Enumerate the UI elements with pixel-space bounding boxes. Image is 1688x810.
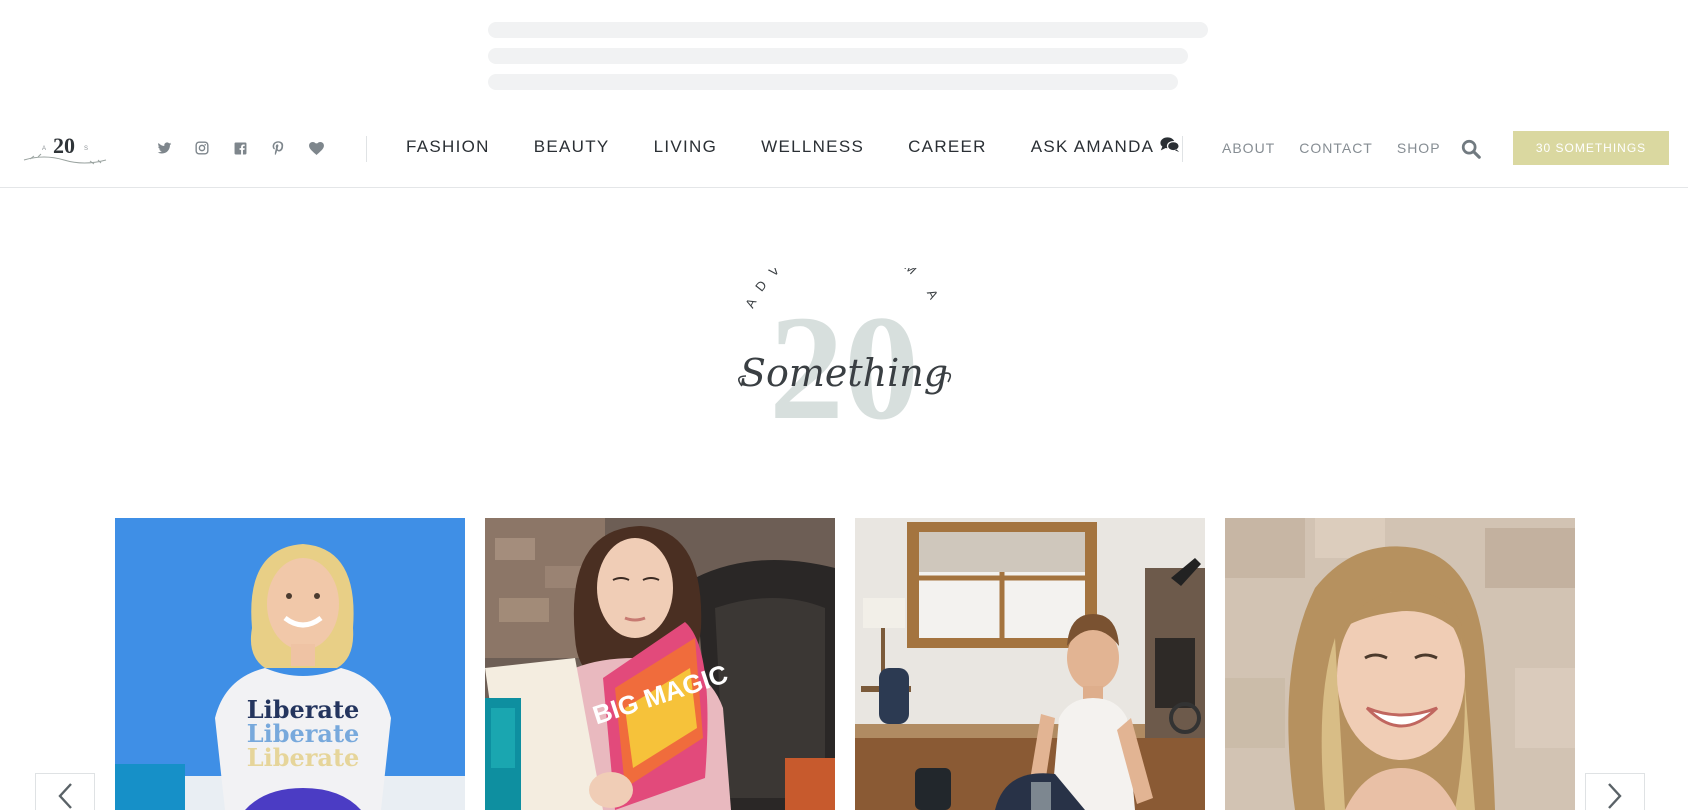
instagram-icon[interactable]: [192, 138, 212, 158]
nav-career-label: CAREER: [908, 137, 987, 156]
nav-about[interactable]: ABOUT: [1222, 140, 1275, 156]
banner-line: [488, 22, 1208, 38]
logo-number: 20: [53, 133, 75, 158]
heart-icon[interactable]: [306, 138, 326, 158]
hero-logo[interactable]: 20 ADVICE FROM A Something: [724, 236, 964, 451]
facebook-icon[interactable]: [230, 138, 250, 158]
nav-ask-amanda[interactable]: ASK AMANDA: [1031, 136, 1181, 158]
svg-text:Liberate: Liberate: [247, 743, 360, 772]
chevron-right-icon: [1607, 782, 1623, 810]
chevron-left-icon: [57, 782, 73, 810]
carousel-slide[interactable]: BIG MAGIC: [485, 518, 835, 810]
hero-script-text: Something: [740, 351, 948, 395]
nav-living[interactable]: LIVING: [654, 137, 718, 157]
30-somethings-button[interactable]: 30 SOMETHINGS: [1513, 131, 1669, 165]
search-icon[interactable]: [1460, 138, 1482, 160]
svg-text:S: S: [84, 146, 88, 152]
30-somethings-label: 30 SOMETHINGS: [1535, 141, 1647, 155]
top-banner-faded: [0, 0, 1688, 110]
twitter-icon[interactable]: [154, 138, 174, 158]
nav-divider: [366, 136, 367, 162]
nav-beauty-label: BEAUTY: [533, 137, 610, 156]
nav-contact[interactable]: CONTACT: [1299, 140, 1373, 156]
nav-divider: [1182, 136, 1183, 162]
pinterest-icon[interactable]: [268, 138, 288, 158]
carousel-slide[interactable]: [855, 518, 1205, 810]
carousel-slide[interactable]: Liberate Liberate Liberate: [115, 518, 465, 810]
secondary-navigation: ABOUT CONTACT SHOP: [1222, 140, 1441, 156]
carousel-next-button[interactable]: [1585, 773, 1645, 810]
nav-wellness[interactable]: WELLNESS: [761, 137, 864, 157]
social-links: [154, 138, 326, 158]
featured-carousel: Liberate Liberate Liberate BIG MAGIC: [0, 518, 1688, 810]
carousel-slide[interactable]: [1225, 518, 1575, 810]
svg-text:A: A: [42, 146, 46, 152]
nav-shop[interactable]: SHOP: [1397, 140, 1441, 156]
nav-fashion[interactable]: FASHION: [406, 137, 490, 157]
chat-bubbles-icon: [1160, 136, 1181, 158]
banner-line: [488, 74, 1178, 90]
nav-career[interactable]: CAREER: [908, 137, 987, 157]
nav-wellness-label: WELLNESS: [761, 137, 865, 156]
nav-living-label: LIVING: [653, 137, 718, 156]
nav-ask-amanda-label: ASK AMANDA: [1030, 137, 1155, 156]
carousel-prev-button[interactable]: [35, 773, 95, 810]
site-logo-small[interactable]: 20 A S: [20, 126, 110, 172]
site-header: 20 A S FASHION BEAUTY LIVING WELLNESS CA…: [0, 110, 1688, 188]
nav-fashion-label: FASHION: [406, 137, 490, 156]
nav-beauty[interactable]: BEAUTY: [534, 137, 610, 157]
main-navigation: FASHION BEAUTY LIVING WELLNESS CAREER AS…: [406, 136, 1181, 158]
banner-line: [488, 48, 1188, 64]
